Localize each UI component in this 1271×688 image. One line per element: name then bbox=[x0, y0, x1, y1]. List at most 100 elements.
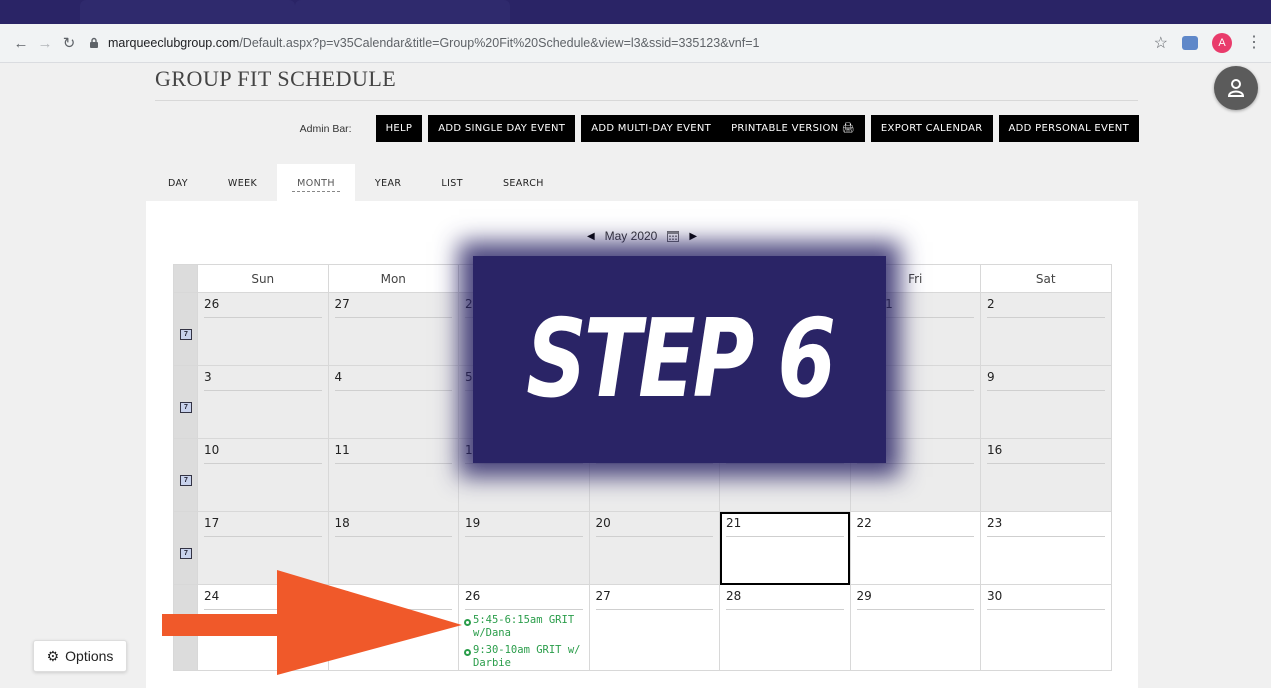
calendar-day-cell[interactable]: 27 bbox=[588, 584, 720, 671]
event-circle-icon bbox=[464, 649, 471, 656]
tab-year[interactable]: YEAR bbox=[355, 164, 422, 202]
reload-icon[interactable]: ↻ bbox=[58, 32, 80, 54]
calendar-picker-icon[interactable] bbox=[667, 230, 680, 242]
tab-search[interactable]: SEARCH bbox=[483, 164, 564, 202]
calendar-event[interactable]: 9:30-10am GRIT w/ Darbie bbox=[464, 644, 585, 670]
forward-arrow-icon[interactable]: → bbox=[34, 32, 56, 54]
add-multi-day-event-button[interactable]: ADD MULTI-DAY EVENT bbox=[581, 115, 722, 142]
calendar-day-cell[interactable]: 11 bbox=[327, 438, 459, 512]
printable-version-label: PRINTABLE VERSION bbox=[731, 123, 839, 134]
week-view-icon[interactable]: 7 bbox=[180, 402, 192, 413]
day-number[interactable]: 29 bbox=[856, 589, 974, 610]
printer-icon: 🖨 bbox=[841, 123, 855, 134]
week-view-cell: 7 bbox=[173, 438, 198, 512]
calendar-day-cell[interactable]: 23 bbox=[980, 511, 1112, 585]
day-number[interactable]: 23 bbox=[987, 516, 1105, 537]
calendar-day-cell[interactable]: 2 bbox=[980, 292, 1112, 366]
day-number[interactable]: 19 bbox=[465, 516, 583, 537]
title-divider bbox=[155, 100, 1138, 101]
page-title: GROUP FIT SCHEDULE bbox=[155, 66, 397, 91]
admin-bar: Admin Bar: HELP ADD SINGLE DAY EVENT ADD… bbox=[300, 115, 1139, 142]
weekday-header: Sat bbox=[980, 264, 1112, 293]
options-button[interactable]: ⚙ Options bbox=[33, 640, 127, 672]
weekday-header: Mon bbox=[327, 264, 459, 293]
profile-avatar[interactable]: A bbox=[1212, 33, 1232, 53]
calendar-day-cell[interactable]: 20 bbox=[588, 511, 720, 585]
gear-icon: ⚙ bbox=[46, 647, 60, 664]
event-text: 9:30-10am GRIT w/ Darbie bbox=[473, 644, 581, 669]
url-host: marqueeclubgroup.com bbox=[108, 36, 240, 50]
browser-tab[interactable] bbox=[80, 0, 295, 24]
menu-kebab-icon[interactable]: ⋮ bbox=[1246, 35, 1262, 51]
bookmark-star-icon[interactable]: ☆ bbox=[1154, 33, 1168, 53]
view-tabs: DAY WEEK MONTH YEAR LIST SEARCH bbox=[148, 164, 564, 202]
day-number[interactable]: 26 bbox=[204, 297, 322, 318]
export-calendar-button[interactable]: EXPORT CALENDAR bbox=[870, 115, 993, 142]
day-number[interactable]: 10 bbox=[204, 443, 322, 464]
calendar-day-cell[interactable]: 21 bbox=[719, 511, 851, 585]
browser-toolbar: ← → ↻ marqueeclubgroup.com/Default.aspx?… bbox=[0, 24, 1271, 63]
day-number[interactable]: 2 bbox=[987, 297, 1105, 318]
calendar-day-cell[interactable]: 27 bbox=[327, 292, 459, 366]
browser-tab[interactable] bbox=[295, 0, 510, 24]
day-number[interactable]: 16 bbox=[987, 443, 1105, 464]
extension-icon[interactable] bbox=[1182, 36, 1198, 50]
admin-bar-label: Admin Bar: bbox=[299, 122, 352, 135]
day-number[interactable]: 9 bbox=[987, 370, 1105, 391]
back-arrow-icon[interactable]: ← bbox=[10, 32, 32, 54]
tab-week[interactable]: WEEK bbox=[208, 164, 277, 202]
calendar-day-cell[interactable]: 9 bbox=[980, 365, 1112, 439]
printable-version-button[interactable]: PRINTABLE VERSION 🖨 bbox=[721, 115, 865, 142]
address-bar[interactable]: marqueeclubgroup.com/Default.aspx?p=v35C… bbox=[88, 29, 1154, 57]
add-personal-event-button[interactable]: ADD PERSONAL EVENT bbox=[998, 115, 1139, 142]
next-month-arrow-icon[interactable]: ▶ bbox=[689, 231, 697, 242]
tab-list[interactable]: LIST bbox=[421, 164, 483, 202]
calendar-day-cell[interactable]: 30 bbox=[980, 584, 1112, 671]
weekday-header: Sun bbox=[197, 264, 329, 293]
user-account-button[interactable] bbox=[1214, 66, 1258, 110]
week-view-icon[interactable]: 7 bbox=[180, 475, 192, 486]
day-number[interactable]: 17 bbox=[204, 516, 322, 537]
pointer-arrow-icon bbox=[162, 570, 462, 675]
calendar-day-cell[interactable]: 29 bbox=[849, 584, 981, 671]
day-number[interactable]: 26 bbox=[465, 589, 583, 610]
tab-day[interactable]: DAY bbox=[148, 164, 208, 202]
day-number[interactable]: 11 bbox=[334, 443, 452, 464]
day-number[interactable]: 27 bbox=[334, 297, 452, 318]
day-number[interactable]: 21 bbox=[726, 516, 844, 537]
calendar-day-cell[interactable]: 3 bbox=[197, 365, 329, 439]
day-number[interactable]: 30 bbox=[987, 589, 1105, 610]
prev-month-arrow-icon[interactable]: ◀ bbox=[587, 231, 595, 242]
calendar-day-cell[interactable]: 4 bbox=[327, 365, 459, 439]
day-number[interactable]: 20 bbox=[595, 516, 713, 537]
day-number[interactable]: 18 bbox=[334, 516, 452, 537]
help-button[interactable]: HELP bbox=[375, 115, 423, 142]
month-navigation: ◀ May 2020 ▶ bbox=[146, 229, 1138, 243]
calendar-day-cell[interactable]: 26 bbox=[197, 292, 329, 366]
day-number[interactable]: 22 bbox=[856, 516, 974, 537]
day-number[interactable]: 27 bbox=[595, 589, 713, 610]
lock-icon bbox=[90, 37, 98, 48]
calendar-day-cell[interactable]: 10 bbox=[197, 438, 329, 512]
add-single-day-event-button[interactable]: ADD SINGLE DAY EVENT bbox=[428, 115, 576, 142]
url-path: /Default.aspx?p=v35Calendar&title=Group%… bbox=[239, 36, 760, 50]
day-number[interactable]: 3 bbox=[204, 370, 322, 391]
step-label: STEP 6 bbox=[526, 297, 836, 422]
tab-month[interactable]: MONTH bbox=[277, 164, 355, 202]
week-view-icon[interactable]: 7 bbox=[180, 329, 192, 340]
week-view-icon[interactable]: 7 bbox=[180, 548, 192, 559]
month-label: May 2020 bbox=[604, 229, 658, 243]
calendar-day-cell[interactable]: 22 bbox=[849, 511, 981, 585]
day-number[interactable]: 28 bbox=[726, 589, 844, 610]
calendar-day-cell[interactable]: 28 bbox=[719, 584, 851, 671]
calendar-day-cell[interactable]: 16 bbox=[980, 438, 1112, 512]
week-column-header bbox=[173, 264, 198, 293]
day-number[interactable]: 4 bbox=[334, 370, 452, 391]
user-icon bbox=[1227, 79, 1245, 97]
week-view-cell: 7 bbox=[173, 292, 198, 366]
calendar-event[interactable]: 5:45-6:15am GRIT w/Dana bbox=[464, 614, 585, 640]
calendar-day-cell[interactable]: 26 5:45-6:15am GRIT w/Dana 9:30-10am GRIT … bbox=[458, 584, 590, 671]
week-view-cell: 7 bbox=[173, 365, 198, 439]
calendar-day-cell[interactable]: 19 bbox=[458, 511, 590, 585]
event-text: 5:45-6:15am GRIT w/Dana bbox=[473, 614, 575, 639]
